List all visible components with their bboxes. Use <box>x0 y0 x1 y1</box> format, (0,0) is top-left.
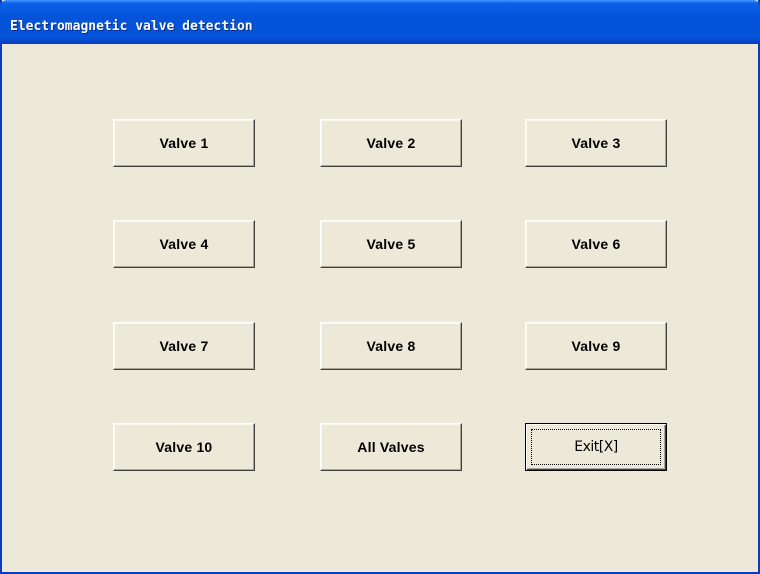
valve-10-button[interactable]: Valve 10 <box>113 423 255 471</box>
valve-8-button[interactable]: Valve 8 <box>320 322 462 370</box>
valve-3-button[interactable]: Valve 3 <box>525 119 667 167</box>
valve-10-label: Valve 10 <box>155 439 213 455</box>
valve-9-label: Valve 9 <box>571 338 621 354</box>
valve-2-button[interactable]: Valve 2 <box>320 119 462 167</box>
window-title: Electromagnetic valve detection <box>10 19 253 34</box>
exit-button[interactable]: Exit[X] <box>525 423 667 471</box>
valve-1-label: Valve 1 <box>159 135 209 151</box>
client-area: Valve 1 Valve 2 Valve 3 Valve 4 Valve 5 … <box>2 44 758 572</box>
valve-4-button[interactable]: Valve 4 <box>113 220 255 268</box>
valve-3-label: Valve 3 <box>571 135 621 151</box>
valve-6-label: Valve 6 <box>571 236 621 252</box>
valve-6-button[interactable]: Valve 6 <box>525 220 667 268</box>
valve-5-button[interactable]: Valve 5 <box>320 220 462 268</box>
all-valves-label: All Valves <box>357 439 425 455</box>
app-window: Electromagnetic valve detection Valve 1 … <box>0 0 760 574</box>
all-valves-button[interactable]: All Valves <box>320 423 462 471</box>
valve-7-button[interactable]: Valve 7 <box>113 322 255 370</box>
valve-4-label: Valve 4 <box>159 236 209 252</box>
valve-9-button[interactable]: Valve 9 <box>525 322 667 370</box>
valve-1-button[interactable]: Valve 1 <box>113 119 255 167</box>
title-bar[interactable]: Electromagnetic valve detection <box>0 0 760 44</box>
exit-label: Exit[X] <box>574 439 618 455</box>
valve-8-label: Valve 8 <box>366 338 416 354</box>
valve-7-label: Valve 7 <box>159 338 209 354</box>
valve-5-label: Valve 5 <box>366 236 416 252</box>
valve-2-label: Valve 2 <box>366 135 416 151</box>
